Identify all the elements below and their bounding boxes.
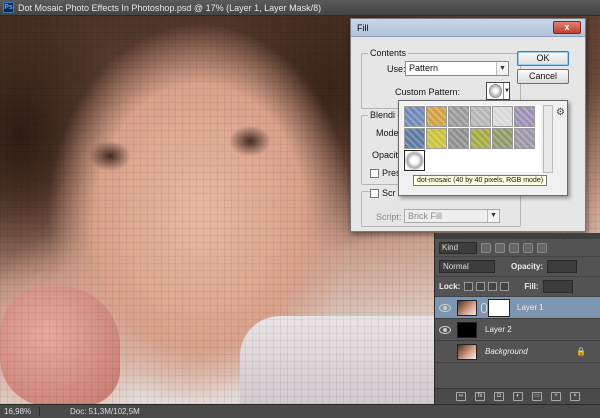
cancel-button[interactable]: Cancel xyxy=(517,69,569,84)
lock-label: Lock: xyxy=(439,282,461,291)
eye-icon[interactable] xyxy=(439,325,451,334)
pixel-filter-icon[interactable] xyxy=(481,242,491,253)
chain-link-icon[interactable] xyxy=(481,302,487,313)
layer-mask-thumbnail[interactable] xyxy=(488,298,510,317)
group-icon[interactable]: ▭ xyxy=(532,392,542,401)
pattern-tooltip: dot-mosaic (40 by 40 pixels, RGB mode) xyxy=(413,175,548,186)
pattern-thumbnail xyxy=(489,84,502,98)
script-checkbox-label: Scr xyxy=(382,188,396,198)
script-group: Scr Script: Brick Fill ▼ xyxy=(361,188,521,227)
ok-button[interactable]: OK xyxy=(517,51,569,66)
pattern-swatch-wrinkles[interactable] xyxy=(492,128,513,149)
blend-mode-select[interactable]: Normal xyxy=(439,260,495,273)
use-label: Use: xyxy=(387,64,406,74)
chevron-down-icon: ▼ xyxy=(496,62,508,75)
layer-row-layer-2[interactable]: Layer 2 xyxy=(435,319,600,341)
pattern-grid xyxy=(403,105,541,172)
layers-footer: ∞ fx ◘ ◐ ▭ + × xyxy=(435,388,600,404)
pattern-swatch-bubbles[interactable] xyxy=(404,106,425,127)
type-filter-icon[interactable] xyxy=(509,242,519,253)
layer-opacity-label: Opacity: xyxy=(511,262,544,271)
layers-panel: Kind Normal Opacity: Lock: Fill: Layer 1… xyxy=(434,233,600,404)
custom-pattern-label: Custom Pattern: xyxy=(395,87,461,97)
script-checkbox-row[interactable]: Scr xyxy=(370,188,398,198)
pattern-swatch-fibers[interactable] xyxy=(470,106,491,127)
pattern-swatch-oak[interactable] xyxy=(514,106,535,127)
lock-icon: 🔒 xyxy=(576,347,586,356)
photoshop-logo-icon: Ps xyxy=(3,2,14,13)
mode-label: Mode xyxy=(376,128,399,138)
use-select-value: Pattern xyxy=(409,63,439,73)
close-button[interactable]: x xyxy=(553,21,581,34)
mask-icon[interactable]: ◘ xyxy=(494,392,504,401)
blending-group-label: Blendi xyxy=(368,110,398,120)
pattern-swatch-gray-granite[interactable] xyxy=(492,106,513,127)
custom-pattern-swatch[interactable]: ▼ xyxy=(486,82,510,100)
pattern-swatch-gray-marble[interactable] xyxy=(448,128,469,149)
fx-icon[interactable]: fx xyxy=(475,392,485,401)
layer-fill-field[interactable] xyxy=(542,280,573,293)
doc-size[interactable]: Doc: 51,3M/102,5M xyxy=(40,407,140,416)
document-title-bar[interactable]: Ps Dot Mosaic Photo Effects In Photoshop… xyxy=(0,0,600,16)
script-checkbox[interactable] xyxy=(370,188,379,198)
script-select[interactable]: Brick Fill ▼ xyxy=(404,209,500,223)
pattern-swatch-tie-dye[interactable] xyxy=(426,106,447,127)
adjustment-filter-icon[interactable] xyxy=(495,242,505,253)
trash-icon[interactable]: × xyxy=(570,392,580,401)
pattern-swatch-dot-mosaic[interactable] xyxy=(404,150,425,171)
layer-row-background[interactable]: Background 🔒 xyxy=(435,341,600,363)
pattern-swatch-laid-horizontal[interactable] xyxy=(448,106,469,127)
link-icon[interactable]: ∞ xyxy=(456,392,466,401)
script-label: Script: xyxy=(376,212,402,222)
layer-name: Layer 2 xyxy=(485,325,512,334)
adjustment-icon[interactable]: ◐ xyxy=(513,392,523,401)
pattern-picker-scrollbar[interactable] xyxy=(543,105,553,173)
layer-filter-row: Kind xyxy=(435,239,600,257)
gear-icon[interactable]: ⚙ xyxy=(556,107,565,118)
layer-name: Layer 1 xyxy=(517,303,544,312)
script-select-value: Brick Fill xyxy=(408,211,442,221)
lock-image-icon[interactable] xyxy=(476,282,486,291)
smart-object-filter-icon[interactable] xyxy=(537,242,547,253)
pattern-picker: ⚙ dot-mosaic (40 by 40 pixels, RGB mode) xyxy=(398,100,568,196)
layer-name: Background xyxy=(485,347,528,356)
pattern-swatch-blue-crystal[interactable] xyxy=(404,128,425,149)
preserve-transparency-checkbox[interactable] xyxy=(370,168,379,178)
layer-thumbnail xyxy=(457,299,477,316)
fill-dialog-title: Fill xyxy=(357,22,369,33)
layer-row-layer-1[interactable]: Layer 1 xyxy=(435,297,600,319)
eye-icon[interactable] xyxy=(439,303,451,312)
pattern-swatch-yellow-crepe[interactable] xyxy=(426,128,447,149)
pattern-swatch-purple-texture[interactable] xyxy=(514,128,535,149)
layer-filter-kind[interactable]: Kind xyxy=(439,241,477,254)
status-bar: 16,98% Doc: 51,3M/102,5M xyxy=(0,404,600,418)
layer-fill-label: Fill: xyxy=(524,282,539,291)
lock-position-icon[interactable] xyxy=(488,282,498,291)
pattern-dropdown-arrow-icon[interactable]: ▼ xyxy=(503,83,510,99)
document-title: Dot Mosaic Photo Effects In Photoshop.ps… xyxy=(18,2,322,13)
fill-dialog-titlebar[interactable]: Fill xyxy=(351,19,585,37)
layer-opacity-field[interactable] xyxy=(547,260,578,273)
zoom-level[interactable]: 16,98% xyxy=(0,407,40,416)
new-layer-icon[interactable]: + xyxy=(551,392,561,401)
lock-all-icon[interactable] xyxy=(500,282,510,291)
contents-group-label: Contents xyxy=(368,48,409,58)
blend-mode-row: Normal Opacity: xyxy=(435,257,600,277)
layer-thumbnail xyxy=(457,321,477,338)
pattern-swatch-green-texture[interactable] xyxy=(470,128,491,149)
lock-row: Lock: Fill: xyxy=(435,277,600,297)
lock-transparent-icon[interactable] xyxy=(464,282,474,291)
chevron-down-icon: ▼ xyxy=(487,210,499,222)
shape-filter-icon[interactable] xyxy=(523,242,533,253)
use-select[interactable]: Pattern ▼ xyxy=(405,61,509,76)
layer-thumbnail xyxy=(457,343,477,360)
